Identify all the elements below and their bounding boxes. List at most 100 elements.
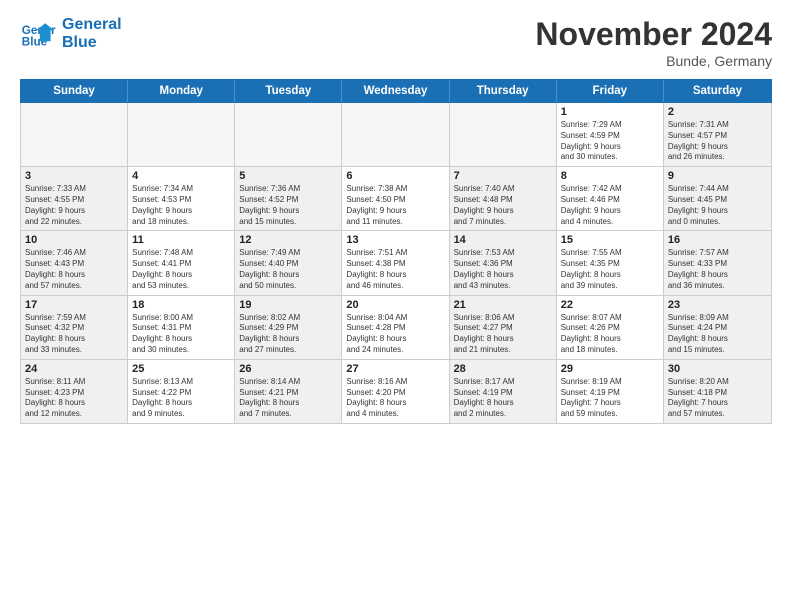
day-header-wednesday: Wednesday xyxy=(342,80,449,102)
calendar-rows: 1Sunrise: 7:29 AM Sunset: 4:59 PM Daylig… xyxy=(21,103,771,423)
calendar-cell: 26 Sunrise: 8:14 AM Sunset: 4:21 PM Dayli… xyxy=(235,360,342,423)
calendar-cell: 15 Sunrise: 7:55 AM Sunset: 4:35 PM Dayli… xyxy=(557,231,664,294)
day-header-saturday: Saturday xyxy=(664,80,771,102)
day-header-tuesday: Tuesday xyxy=(235,80,342,102)
calendar-cell xyxy=(21,103,128,166)
calendar-cell: 7 Sunrise: 7:40 AM Sunset: 4:48 PM Daylig… xyxy=(450,167,557,230)
calendar-cell: 22 Sunrise: 8:07 AM Sunset: 4:26 PM Dayli… xyxy=(557,296,664,359)
calendar-body: 1Sunrise: 7:29 AM Sunset: 4:59 PM Daylig… xyxy=(20,103,772,424)
cell-info: Sunrise: 8:16 AM Sunset: 4:20 PM Dayligh… xyxy=(346,377,444,420)
day-number: 13 xyxy=(346,234,444,246)
calendar-header: SundayMondayTuesdayWednesdayThursdayFrid… xyxy=(21,80,771,102)
day-number: 7 xyxy=(454,170,552,182)
cell-info: Sunrise: 7:31 AM Sunset: 4:57 PM Dayligh… xyxy=(668,120,767,163)
day-number: 18 xyxy=(132,299,230,311)
calendar-week-4: 17 Sunrise: 7:59 AM Sunset: 4:32 PM Dayli… xyxy=(21,296,771,360)
cell-info: Sunrise: 8:19 AM Sunset: 4:19 PM Dayligh… xyxy=(561,377,659,420)
calendar-cell: 11 Sunrise: 7:48 AM Sunset: 4:41 PM Dayli… xyxy=(128,231,235,294)
title-area: November 2024 Bunde, Germany xyxy=(535,16,772,69)
day-header-thursday: Thursday xyxy=(450,80,557,102)
day-number: 3 xyxy=(25,170,123,182)
logo-icon: General Blue xyxy=(20,16,56,52)
day-number: 25 xyxy=(132,363,230,375)
day-number: 10 xyxy=(25,234,123,246)
cell-info: Sunrise: 8:13 AM Sunset: 4:22 PM Dayligh… xyxy=(132,377,230,420)
calendar-cell: 2 Sunrise: 7:31 AM Sunset: 4:57 PM Daylig… xyxy=(664,103,771,166)
day-header-friday: Friday xyxy=(557,80,664,102)
calendar-cell: 21 Sunrise: 8:06 AM Sunset: 4:27 PM Dayli… xyxy=(450,296,557,359)
day-number: 4 xyxy=(132,170,230,182)
calendar-cell xyxy=(342,103,449,166)
day-number: 22 xyxy=(561,299,659,311)
logo-line2: Blue xyxy=(62,34,122,52)
cell-info: Sunrise: 8:02 AM Sunset: 4:29 PM Dayligh… xyxy=(239,313,337,356)
calendar-cell: 17 Sunrise: 7:59 AM Sunset: 4:32 PM Dayli… xyxy=(21,296,128,359)
calendar-cell xyxy=(128,103,235,166)
cell-info: Sunrise: 7:36 AM Sunset: 4:52 PM Dayligh… xyxy=(239,184,337,227)
calendar-cell: 8 Sunrise: 7:42 AM Sunset: 4:46 PM Daylig… xyxy=(557,167,664,230)
cell-info: Sunrise: 7:33 AM Sunset: 4:55 PM Dayligh… xyxy=(25,184,123,227)
cell-info: Sunrise: 8:20 AM Sunset: 4:18 PM Dayligh… xyxy=(668,377,767,420)
month-title: November 2024 xyxy=(535,16,772,53)
day-header-sunday: Sunday xyxy=(21,80,128,102)
day-number: 9 xyxy=(668,170,767,182)
day-number: 16 xyxy=(668,234,767,246)
calendar-cell: 1Sunrise: 7:29 AM Sunset: 4:59 PM Daylig… xyxy=(557,103,664,166)
day-number: 17 xyxy=(25,299,123,311)
day-number: 11 xyxy=(132,234,230,246)
day-number: 30 xyxy=(668,363,767,375)
cell-info: Sunrise: 8:17 AM Sunset: 4:19 PM Dayligh… xyxy=(454,377,552,420)
cell-info: Sunrise: 7:55 AM Sunset: 4:35 PM Dayligh… xyxy=(561,248,659,291)
calendar-cell: 20 Sunrise: 8:04 AM Sunset: 4:28 PM Dayli… xyxy=(342,296,449,359)
cell-info: Sunrise: 7:59 AM Sunset: 4:32 PM Dayligh… xyxy=(25,313,123,356)
calendar-cell: 4 Sunrise: 7:34 AM Sunset: 4:53 PM Daylig… xyxy=(128,167,235,230)
day-number: 21 xyxy=(454,299,552,311)
calendar-header-wrapper: SundayMondayTuesdayWednesdayThursdayFrid… xyxy=(20,79,772,103)
calendar-cell: 25 Sunrise: 8:13 AM Sunset: 4:22 PM Dayli… xyxy=(128,360,235,423)
day-number: 2 xyxy=(668,106,767,118)
calendar-cell: 9Sunrise: 7:44 AM Sunset: 4:45 PM Daylig… xyxy=(664,167,771,230)
header: General Blue General Blue November 2024 … xyxy=(20,16,772,69)
cell-info: Sunrise: 7:57 AM Sunset: 4:33 PM Dayligh… xyxy=(668,248,767,291)
day-number: 24 xyxy=(25,363,123,375)
cell-info: Sunrise: 8:09 AM Sunset: 4:24 PM Dayligh… xyxy=(668,313,767,356)
calendar-cell: 6Sunrise: 7:38 AM Sunset: 4:50 PM Daylig… xyxy=(342,167,449,230)
calendar-cell: 24 Sunrise: 8:11 AM Sunset: 4:23 PM Dayli… xyxy=(21,360,128,423)
cell-info: Sunrise: 7:29 AM Sunset: 4:59 PM Dayligh… xyxy=(561,120,659,163)
calendar-cell: 14Sunrise: 7:53 AM Sunset: 4:36 PM Dayli… xyxy=(450,231,557,294)
cell-info: Sunrise: 8:07 AM Sunset: 4:26 PM Dayligh… xyxy=(561,313,659,356)
cell-info: Sunrise: 7:42 AM Sunset: 4:46 PM Dayligh… xyxy=(561,184,659,227)
day-number: 23 xyxy=(668,299,767,311)
calendar-cell: 12Sunrise: 7:49 AM Sunset: 4:40 PM Dayli… xyxy=(235,231,342,294)
cell-info: Sunrise: 8:06 AM Sunset: 4:27 PM Dayligh… xyxy=(454,313,552,356)
calendar-cell: 5Sunrise: 7:36 AM Sunset: 4:52 PM Daylig… xyxy=(235,167,342,230)
day-number: 19 xyxy=(239,299,337,311)
day-number: 8 xyxy=(561,170,659,182)
calendar-cell: 27 Sunrise: 8:16 AM Sunset: 4:20 PM Dayli… xyxy=(342,360,449,423)
day-number: 28 xyxy=(454,363,552,375)
calendar-cell: 10Sunrise: 7:46 AM Sunset: 4:43 PM Dayli… xyxy=(21,231,128,294)
logo-line1: General xyxy=(62,16,122,34)
cell-info: Sunrise: 8:04 AM Sunset: 4:28 PM Dayligh… xyxy=(346,313,444,356)
calendar-page: General Blue General Blue November 2024 … xyxy=(0,0,792,612)
calendar-week-1: 1Sunrise: 7:29 AM Sunset: 4:59 PM Daylig… xyxy=(21,103,771,167)
calendar-cell: 30 Sunrise: 8:20 AM Sunset: 4:18 PM Dayli… xyxy=(664,360,771,423)
calendar-cell: 18Sunrise: 8:00 AM Sunset: 4:31 PM Dayli… xyxy=(128,296,235,359)
day-number: 27 xyxy=(346,363,444,375)
calendar-cell: 29Sunrise: 8:19 AM Sunset: 4:19 PM Dayli… xyxy=(557,360,664,423)
day-number: 26 xyxy=(239,363,337,375)
calendar-cell: 19 Sunrise: 8:02 AM Sunset: 4:29 PM Dayli… xyxy=(235,296,342,359)
cell-info: Sunrise: 8:14 AM Sunset: 4:21 PM Dayligh… xyxy=(239,377,337,420)
cell-info: Sunrise: 8:11 AM Sunset: 4:23 PM Dayligh… xyxy=(25,377,123,420)
calendar-cell xyxy=(450,103,557,166)
cell-info: Sunrise: 7:40 AM Sunset: 4:48 PM Dayligh… xyxy=(454,184,552,227)
calendar-cell: 28 Sunrise: 8:17 AM Sunset: 4:19 PM Dayli… xyxy=(450,360,557,423)
calendar-cell: 3 Sunrise: 7:33 AM Sunset: 4:55 PM Daylig… xyxy=(21,167,128,230)
day-number: 15 xyxy=(561,234,659,246)
cell-info: Sunrise: 7:48 AM Sunset: 4:41 PM Dayligh… xyxy=(132,248,230,291)
day-number: 20 xyxy=(346,299,444,311)
cell-info: Sunrise: 7:34 AM Sunset: 4:53 PM Dayligh… xyxy=(132,184,230,227)
calendar: SundayMondayTuesdayWednesdayThursdayFrid… xyxy=(20,79,772,602)
day-number: 12 xyxy=(239,234,337,246)
calendar-cell: 16 Sunrise: 7:57 AM Sunset: 4:33 PM Dayli… xyxy=(664,231,771,294)
